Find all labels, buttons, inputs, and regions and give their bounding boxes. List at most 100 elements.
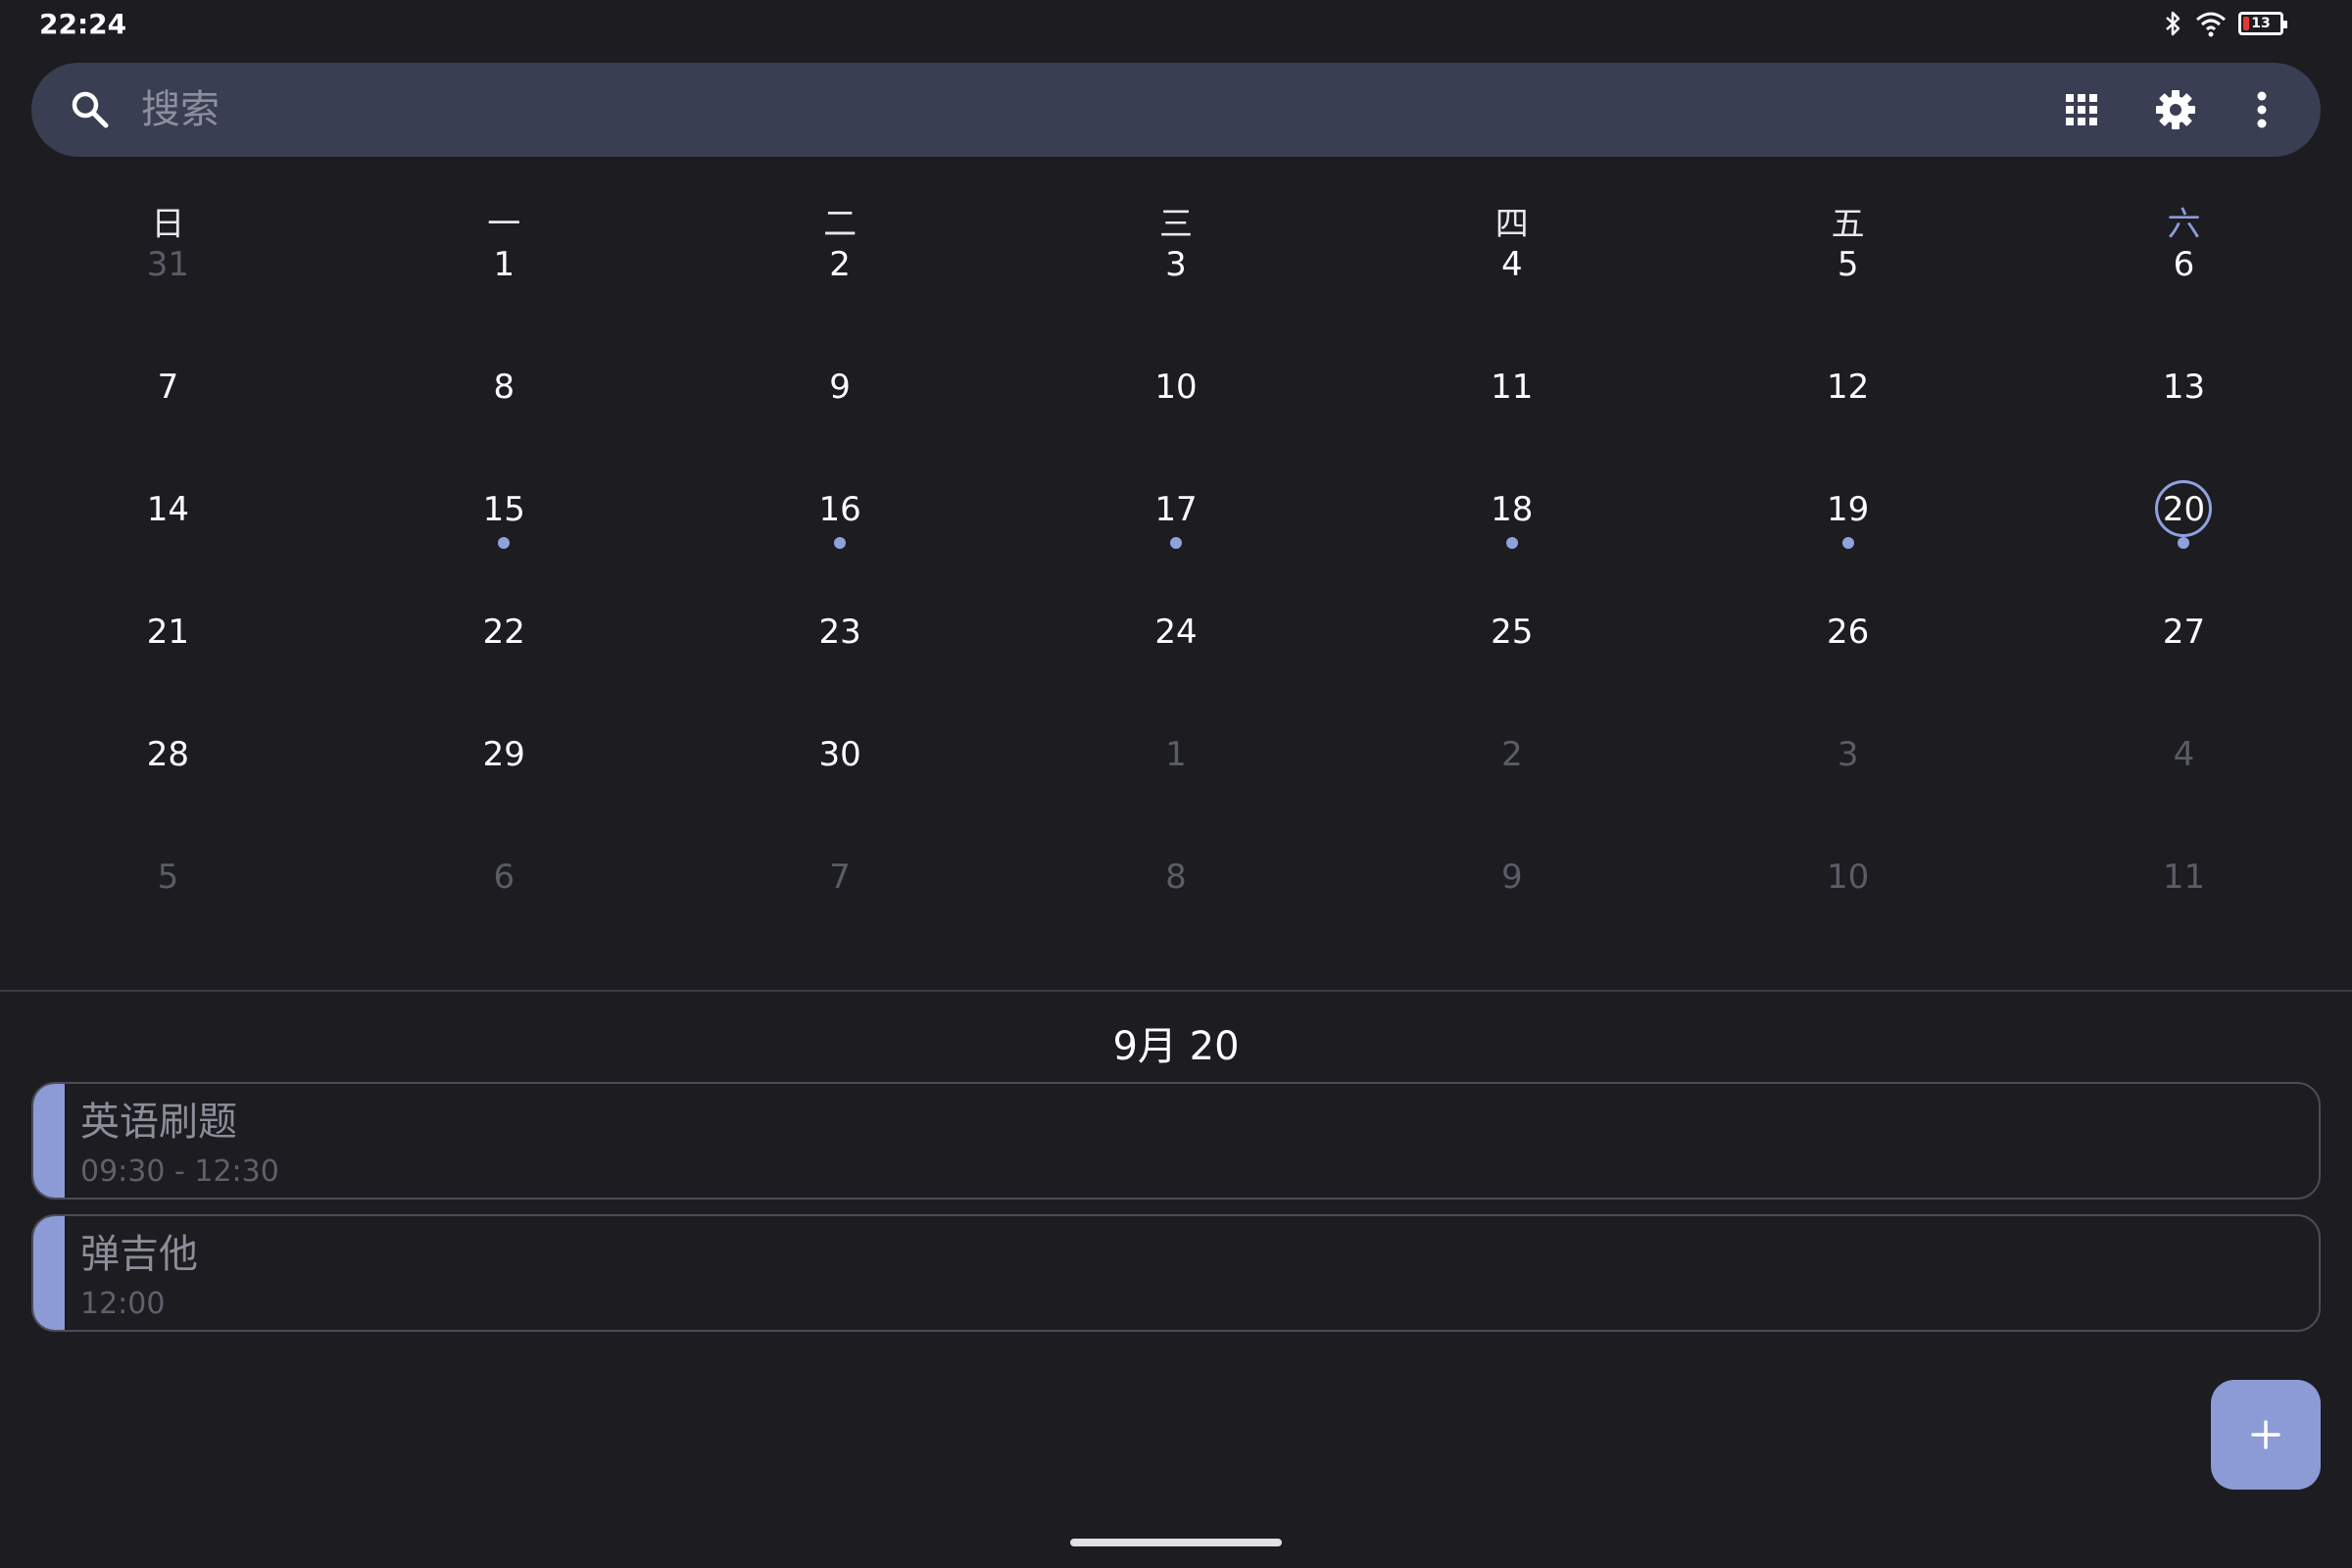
calendar-day[interactable]: 13 (2016, 336, 2352, 459)
calendar-day[interactable]: 2 (1344, 704, 1680, 826)
calendar-day[interactable]: 27 (2016, 581, 2352, 704)
calendar-day[interactable]: 7 (0, 336, 336, 459)
day-number: 8 (1165, 858, 1187, 897)
calendar-day[interactable]: 31 (0, 214, 336, 336)
event-card[interactable]: 英语刷题 09:30 - 12:30 (31, 1082, 2321, 1200)
calendar-day[interactable]: 30 (672, 704, 1008, 826)
calendar-day[interactable]: 7 (672, 826, 1008, 949)
day-number: 5 (157, 858, 179, 897)
calendar-day[interactable]: 15 (336, 459, 672, 581)
event-indicator-dot (834, 537, 847, 549)
selected-date-label: 9月 20 (1112, 1024, 1240, 1069)
calendar-day[interactable]: 14 (0, 459, 336, 581)
more-vert-icon (2257, 91, 2267, 128)
day-number: 27 (2162, 612, 2206, 652)
day-number: 12 (1827, 368, 1870, 407)
event-title: 弹吉他 (80, 1232, 198, 1277)
event-color-bar (33, 1084, 65, 1198)
day-number: 1 (493, 245, 515, 284)
calendar-day[interactable]: 11 (2016, 826, 2352, 949)
calendar-day[interactable]: 19 (1680, 459, 2016, 581)
calendar-day[interactable]: 8 (1008, 826, 1345, 949)
search-bar (31, 63, 2321, 157)
day-number: 11 (2162, 858, 2206, 897)
day-number: 24 (1154, 612, 1198, 652)
more-options-button[interactable] (2236, 84, 2287, 135)
calendar-day[interactable]: 3 (1680, 704, 2016, 826)
search-input[interactable] (141, 80, 1954, 139)
grid-view-button[interactable] (2056, 84, 2107, 135)
day-number: 5 (1837, 245, 1859, 284)
calendar-day[interactable]: 29 (336, 704, 672, 826)
gear-icon (2156, 90, 2195, 129)
day-number: 2 (829, 245, 851, 284)
calendar-day[interactable]: 17 (1008, 459, 1345, 581)
day-number: 3 (1837, 735, 1859, 774)
day-number: 3 (1165, 245, 1187, 284)
search-icon[interactable] (69, 88, 112, 131)
status-icons: 13 (2164, 8, 2287, 39)
calendar-day[interactable]: 6 (2016, 214, 2352, 336)
day-number: 17 (1154, 490, 1198, 529)
day-number: 6 (493, 858, 515, 897)
home-indicator[interactable] (1070, 1539, 1282, 1546)
calendar-day[interactable]: 11 (1344, 336, 1680, 459)
calendar-day[interactable]: 23 (672, 581, 1008, 704)
day-number: 8 (493, 368, 515, 407)
calendar-day[interactable]: 26 (1680, 581, 2016, 704)
day-number: 19 (1827, 490, 1870, 529)
calendar-day[interactable]: 18 (1344, 459, 1680, 581)
event-indicator-dot (1841, 537, 1854, 549)
event-card[interactable]: 弹吉他 12:00 (31, 1214, 2321, 1332)
calendar-day[interactable]: 5 (1680, 214, 2016, 336)
battery-icon: 13 (2238, 12, 2287, 35)
calendar-day[interactable]: 2 (672, 214, 1008, 336)
day-number: 31 (146, 245, 190, 284)
calendar-day[interactable]: 8 (336, 336, 672, 459)
calendar-day[interactable]: 10 (1008, 336, 1345, 459)
calendar-day[interactable]: 24 (1008, 581, 1345, 704)
day-number: 22 (482, 612, 525, 652)
grid-view-icon (2066, 94, 2097, 125)
day-number: 20 (2162, 490, 2206, 529)
calendar-day[interactable]: 4 (1344, 214, 1680, 336)
calendar-day[interactable]: 21 (0, 581, 336, 704)
day-number: 6 (2173, 245, 2195, 284)
day-number: 7 (157, 368, 179, 407)
calendar-day[interactable]: 4 (2016, 704, 2352, 826)
event-time: 12:00 (80, 1287, 166, 1321)
calendar-day[interactable]: 3 (1008, 214, 1345, 336)
calendar-day[interactable]: 16 (672, 459, 1008, 581)
calendar-day[interactable]: 5 (0, 826, 336, 949)
calendar-day[interactable]: 25 (1344, 581, 1680, 704)
calendar-day[interactable]: 9 (1344, 826, 1680, 949)
calendar-day[interactable]: 1 (1008, 704, 1345, 826)
day-number: 14 (146, 490, 190, 529)
wifi-icon (2196, 12, 2226, 37)
day-number: 15 (482, 490, 525, 529)
calendar-day[interactable]: 22 (336, 581, 672, 704)
settings-button[interactable] (2150, 84, 2201, 135)
calendar-day[interactable]: 1 (336, 214, 672, 336)
day-number: 10 (1827, 858, 1870, 897)
calendar-screen: 22:24 13 搜索 日 一 二 三 四 五 六 31 1 2 3 4 5 6… (0, 0, 2352, 1568)
calendar-day[interactable]: 28 (0, 704, 336, 826)
event-title: 英语刷题 (80, 1100, 237, 1145)
day-number: 18 (1491, 490, 1534, 529)
calendar-day[interactable]: 10 (1680, 826, 2016, 949)
day-number: 2 (1500, 735, 1523, 774)
calendar-week-row: 7 8 9 10 11 12 13 (0, 336, 2352, 459)
event-indicator-dot (1169, 537, 1182, 549)
add-event-button[interactable] (2211, 1380, 2321, 1490)
day-number: 30 (818, 735, 861, 774)
calendar-day-today[interactable]: 20 (2016, 459, 2352, 581)
battery-level: 13 (2251, 16, 2271, 31)
calendar-day[interactable]: 6 (336, 826, 672, 949)
calendar-day[interactable]: 12 (1680, 336, 2016, 459)
day-number: 25 (1491, 612, 1534, 652)
event-time: 09:30 - 12:30 (80, 1154, 279, 1189)
divider (0, 990, 2352, 992)
day-number: 4 (2173, 735, 2195, 774)
day-number: 10 (1154, 368, 1198, 407)
calendar-day[interactable]: 9 (672, 336, 1008, 459)
